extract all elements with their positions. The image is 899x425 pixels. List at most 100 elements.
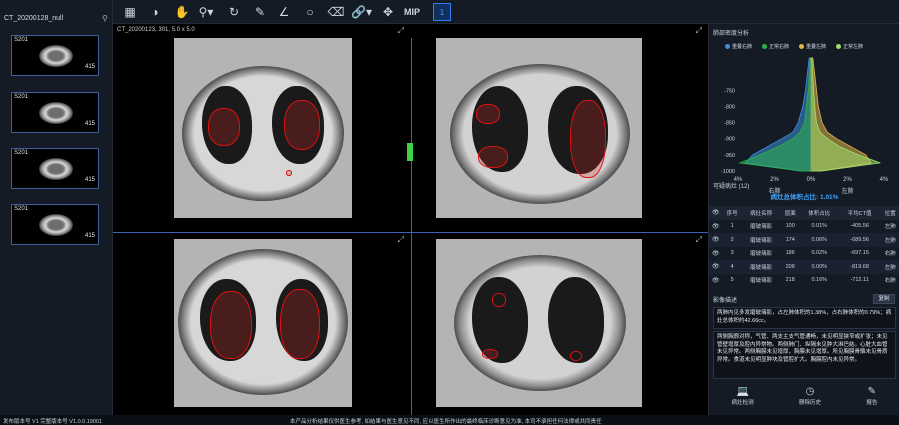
table-row[interactable]: 👁 5 磨玻璃影 218 0.16% -712.11 右肺 [709,273,899,288]
ct-slice-image [436,38,642,218]
window-level-icon[interactable]: ◑ [146,3,164,21]
table-cell: 218 [785,277,795,284]
eye-icon[interactable]: 👁 [709,220,722,234]
viewport-bottom-left[interactable]: ⤢ [113,233,410,415]
eye-icon[interactable]: 👁 [709,206,722,220]
thumbnail-label: S201 [14,94,29,100]
rotate-icon[interactable]: ↻ [225,3,243,21]
y-tick-label: -750 [724,88,735,94]
ellipse-roi-icon[interactable]: ○ [301,3,319,21]
mip-button[interactable]: MIP [403,3,421,21]
table-cell: 0.02% [811,250,828,257]
thumbnail-count: 415 [84,64,95,70]
series-thumbnail[interactable]: S201 415 [11,148,99,189]
thumbnail-count: 415 [84,177,95,183]
report-button[interactable]: ✎ 报告 [866,386,877,406]
table-cell: 1 [730,223,734,230]
delete-history-button[interactable]: ◷ 删除历史 [799,386,821,406]
eye-icon[interactable]: 👁 [709,274,722,288]
analysis-panel: 肺部密度分析 重叠右肺 正常右肺 重叠左肺 正常左肺 -750 -800 -850 -… [708,24,899,415]
table-cell: -697.15 [850,250,869,257]
legend-item[interactable]: 正常右肺 [762,43,789,50]
table-cell: 100 [785,223,795,230]
thumbnail-label: S201 [14,206,29,212]
table-cell: 右肺 [884,251,896,258]
table-row[interactable]: 👁 4 磨玻璃影 208 0.00% -819.68 左肺 [709,260,899,274]
thumbnail-count: 415 [84,233,95,239]
y-tick-label: -950 [724,153,735,159]
lesion-contour [478,146,508,168]
eye-icon[interactable]: 👁 [709,233,722,247]
legend-item[interactable]: 重叠左肺 [799,43,826,50]
lesions-title: 可疑病灶 (12) [713,184,750,190]
column-header[interactable]: 病灶名称 [742,206,781,220]
table-cell: 磨玻璃影 [750,278,773,285]
expand-icon[interactable]: ⤢ [696,235,702,245]
viewport-info: CT_20200123, 301, 5.0 x 5.0 [117,27,195,33]
lesion-contour [570,100,606,178]
viewport-bottom-right[interactable]: ⤢ [411,233,708,415]
active-layout-button[interactable]: 1 [433,3,451,21]
eye-icon[interactable]: 👁 [709,247,722,261]
table-row[interactable]: 👁 3 磨玻璃影 186 0.02% -697.15 右肺 [709,246,899,261]
series-thumbnail[interactable]: S201 415 [11,92,99,133]
lesion-contour [482,349,498,359]
lesion-contour [286,170,292,176]
eye-icon[interactable]: 👁 [709,260,722,274]
pan-icon[interactable]: ✋ [173,3,191,21]
table-cell: -405.56 [850,223,869,230]
column-header[interactable]: 序号 [722,206,741,220]
series-title: CT_20200128_null [4,15,64,22]
slice-position-marker[interactable] [407,143,413,161]
finding-text[interactable]: 两肺内见多发磨玻璃影，占左肺体积的1.38%，占右肺体积的0.79%；病灶总体积… [713,307,896,329]
table-cell: 右肺 [884,278,896,285]
column-header[interactable]: 位置 [881,206,899,220]
legend-item[interactable]: 重叠右肺 [725,43,752,50]
crosshair-icon[interactable]: ✥ [379,3,397,21]
ct-thumbnail-image [39,102,73,124]
table-row[interactable]: 👁 2 磨玻璃影 174 0.06% -689.56 左肺 [709,233,899,247]
viewport-top-right[interactable]: ⤢ [411,24,708,231]
pin-icon[interactable]: ⚲ [102,14,108,23]
link-icon[interactable]: 🔗▾ [351,3,372,21]
y-tick-label: -1000 [721,169,735,175]
series-thumbnail[interactable]: S201 415 [11,204,99,245]
y-tick-label: -900 [724,137,735,143]
table-cell: 0.00% [811,263,828,270]
ct-slice-image [174,239,352,407]
lesion-table: 👁 序号 病灶名称 层面 体积占比 平均CT值 位置 👁 1 磨玻璃影 100 0.01… [709,206,899,287]
expand-icon[interactable]: ⤢ [398,26,404,36]
viewport-top-left[interactable]: CT_20200123, 301, 5.0 x 5.0 ⤢ [113,24,410,231]
description-text[interactable]: 两侧胸廓对称，气管、两支主支气管通畅，未见明显狭窄或扩张；未见管壁增厚及腔内异常… [713,331,896,379]
lesion-contour [280,289,320,359]
action-label: 报告 [866,400,878,406]
zoom-icon[interactable]: ⚲▾ [197,3,215,21]
detect-lesion-button[interactable]: 💻 病灶检测 [732,386,754,406]
chart-legend: 重叠右肺 正常右肺 重叠左肺 正常左肺 [725,43,863,50]
report-title: 影像描述 [713,298,738,304]
table-cell: 磨玻璃影 [750,224,773,231]
column-header[interactable]: 平均CT值 [839,206,881,220]
lesion-contour [476,104,500,124]
table-row[interactable]: 👁 1 磨玻璃影 100 0.01% -405.56 左肺 [709,219,899,234]
expand-icon[interactable]: ⤢ [398,235,404,245]
edit-icon: ✎ [867,386,877,397]
layout-grid-icon[interactable]: ▦ [121,3,139,21]
clock-icon: ◷ [805,386,815,397]
disclaimer-text: 本产品分析结果仅供医生参考, 如结果与医生意见不同, 应以医生所作出的最终临床诊… [290,419,602,425]
table-cell: -689.56 [850,236,869,243]
legend-item[interactable]: 正常左肺 [836,43,863,50]
density-chart: -750-800-850-900-950-10004% 2% 0% 2% 4%右肺 左肺 [721,57,889,195]
table-cell: 0.01% [811,223,828,230]
table-cell: 5 [730,277,734,284]
action-bar: 💻 病灶检测 ◷ 删除历史 ✎ 报告 [709,386,899,414]
ruler-icon[interactable]: ✎ [251,3,269,21]
expand-icon[interactable]: ⤢ [696,26,702,36]
column-header[interactable]: 体积占比 [800,206,839,220]
series-thumbnail[interactable]: S201 415 [11,35,99,76]
angle-icon[interactable]: ∠ [275,3,293,21]
column-header[interactable]: 层面 [781,206,800,220]
eraser-icon[interactable]: ⌫ [327,3,345,21]
thumbnail-label: S201 [14,150,29,156]
copy-button[interactable]: 复制 [873,294,895,304]
